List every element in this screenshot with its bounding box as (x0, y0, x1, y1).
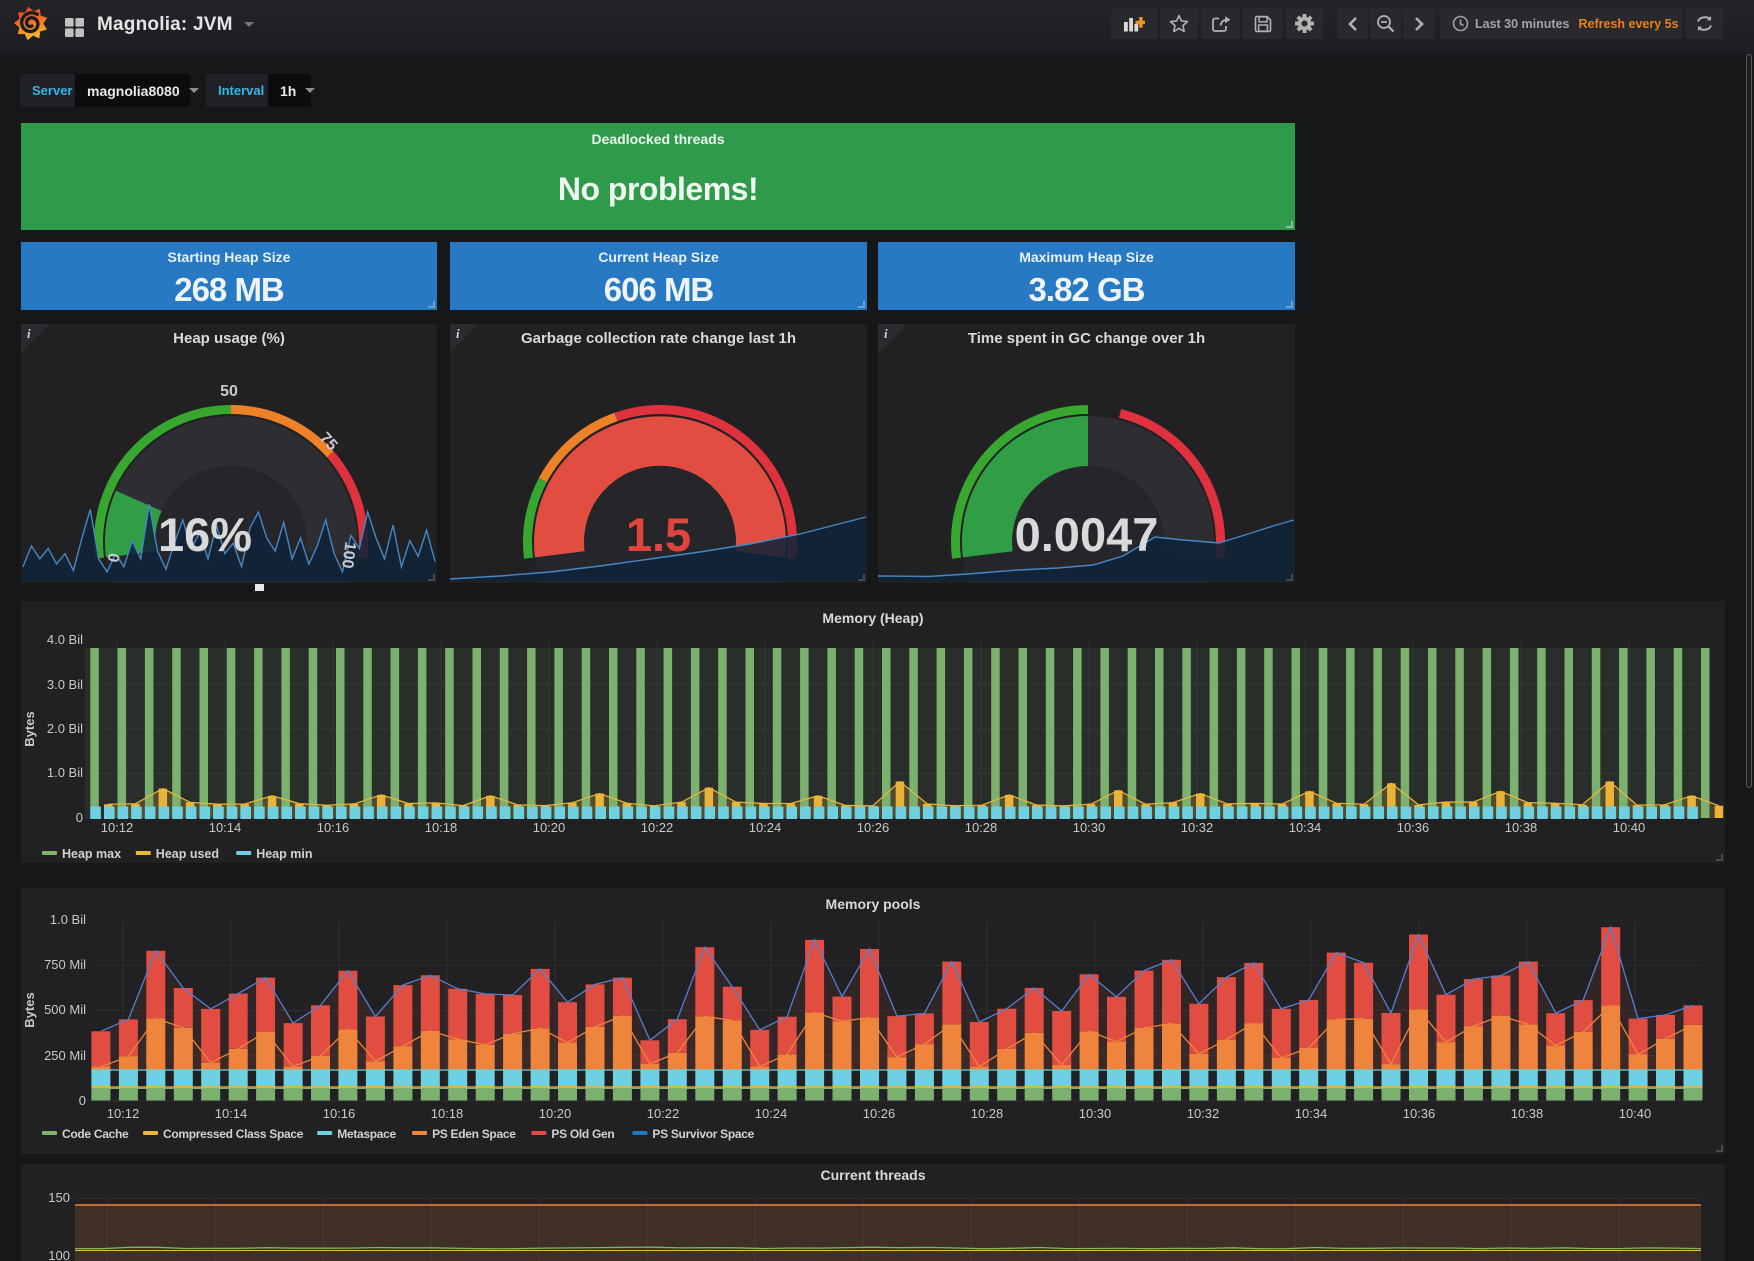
svg-text:10:14: 10:14 (209, 820, 242, 835)
svg-text:10:32: 10:32 (1187, 1106, 1220, 1121)
svg-text:10:34: 10:34 (1295, 1106, 1328, 1121)
svg-text:2.0 Bil: 2.0 Bil (47, 721, 83, 736)
svg-text:10:20: 10:20 (539, 1106, 572, 1121)
svg-text:150: 150 (48, 1190, 70, 1205)
svg-text:10:40: 10:40 (1613, 820, 1646, 835)
svg-text:10:30: 10:30 (1073, 820, 1106, 835)
svg-text:Heap min: Heap min (256, 847, 312, 861)
svg-text:10:26: 10:26 (857, 820, 890, 835)
svg-text:0: 0 (76, 810, 83, 825)
svg-text:10:14: 10:14 (215, 1106, 248, 1121)
svg-text:PS Survivor Space: PS Survivor Space (652, 1127, 754, 1141)
svg-text:10:38: 10:38 (1511, 1106, 1544, 1121)
svg-text:10:32: 10:32 (1181, 820, 1214, 835)
svg-text:75: 75 (316, 430, 341, 455)
svg-text:Code Cache: Code Cache (62, 1127, 129, 1141)
svg-text:0: 0 (79, 1093, 86, 1108)
svg-text:10:24: 10:24 (749, 820, 782, 835)
svg-text:10:20: 10:20 (533, 820, 566, 835)
svg-text:250 Mil: 250 Mil (44, 1048, 86, 1063)
svg-text:10:24: 10:24 (755, 1106, 788, 1121)
svg-text:10:40: 10:40 (1619, 1106, 1652, 1121)
svg-text:1.0 Bil: 1.0 Bil (47, 765, 83, 780)
svg-text:10:22: 10:22 (647, 1106, 680, 1121)
svg-text:500 Mil: 500 Mil (44, 1002, 86, 1017)
svg-text:750 Mil: 750 Mil (44, 957, 86, 972)
svg-text:Heap max: Heap max (62, 847, 121, 861)
svg-text:10:16: 10:16 (323, 1106, 356, 1121)
svg-text:10:28: 10:28 (965, 820, 998, 835)
svg-text:4.0 Bil: 4.0 Bil (47, 632, 83, 647)
svg-text:10:12: 10:12 (101, 820, 134, 835)
svg-text:Compressed Class Space: Compressed Class Space (163, 1127, 304, 1141)
svg-text:10:22: 10:22 (641, 820, 674, 835)
svg-text:Bytes: Bytes (22, 711, 37, 746)
svg-text:50: 50 (220, 383, 238, 400)
svg-text:100: 100 (48, 1248, 70, 1261)
svg-text:Bytes: Bytes (22, 992, 37, 1027)
svg-text:10:34: 10:34 (1289, 820, 1322, 835)
svg-text:10:18: 10:18 (425, 820, 458, 835)
svg-text:10:18: 10:18 (431, 1106, 464, 1121)
svg-text:PS Old Gen: PS Old Gen (551, 1127, 614, 1141)
svg-text:PS Eden Space: PS Eden Space (432, 1127, 516, 1141)
svg-text:10:36: 10:36 (1397, 820, 1430, 835)
svg-text:10:38: 10:38 (1505, 820, 1538, 835)
svg-text:10:30: 10:30 (1079, 1106, 1112, 1121)
svg-text:10:12: 10:12 (107, 1106, 140, 1121)
svg-text:10:36: 10:36 (1403, 1106, 1436, 1121)
svg-text:10:28: 10:28 (971, 1106, 1004, 1121)
svg-text:Heap used: Heap used (156, 847, 219, 861)
svg-text:10:16: 10:16 (317, 820, 350, 835)
svg-text:1.0 Bil: 1.0 Bil (50, 912, 86, 927)
svg-text:10:26: 10:26 (863, 1106, 896, 1121)
svg-text:3.0 Bil: 3.0 Bil (47, 677, 83, 692)
svg-text:Metaspace: Metaspace (337, 1127, 396, 1141)
